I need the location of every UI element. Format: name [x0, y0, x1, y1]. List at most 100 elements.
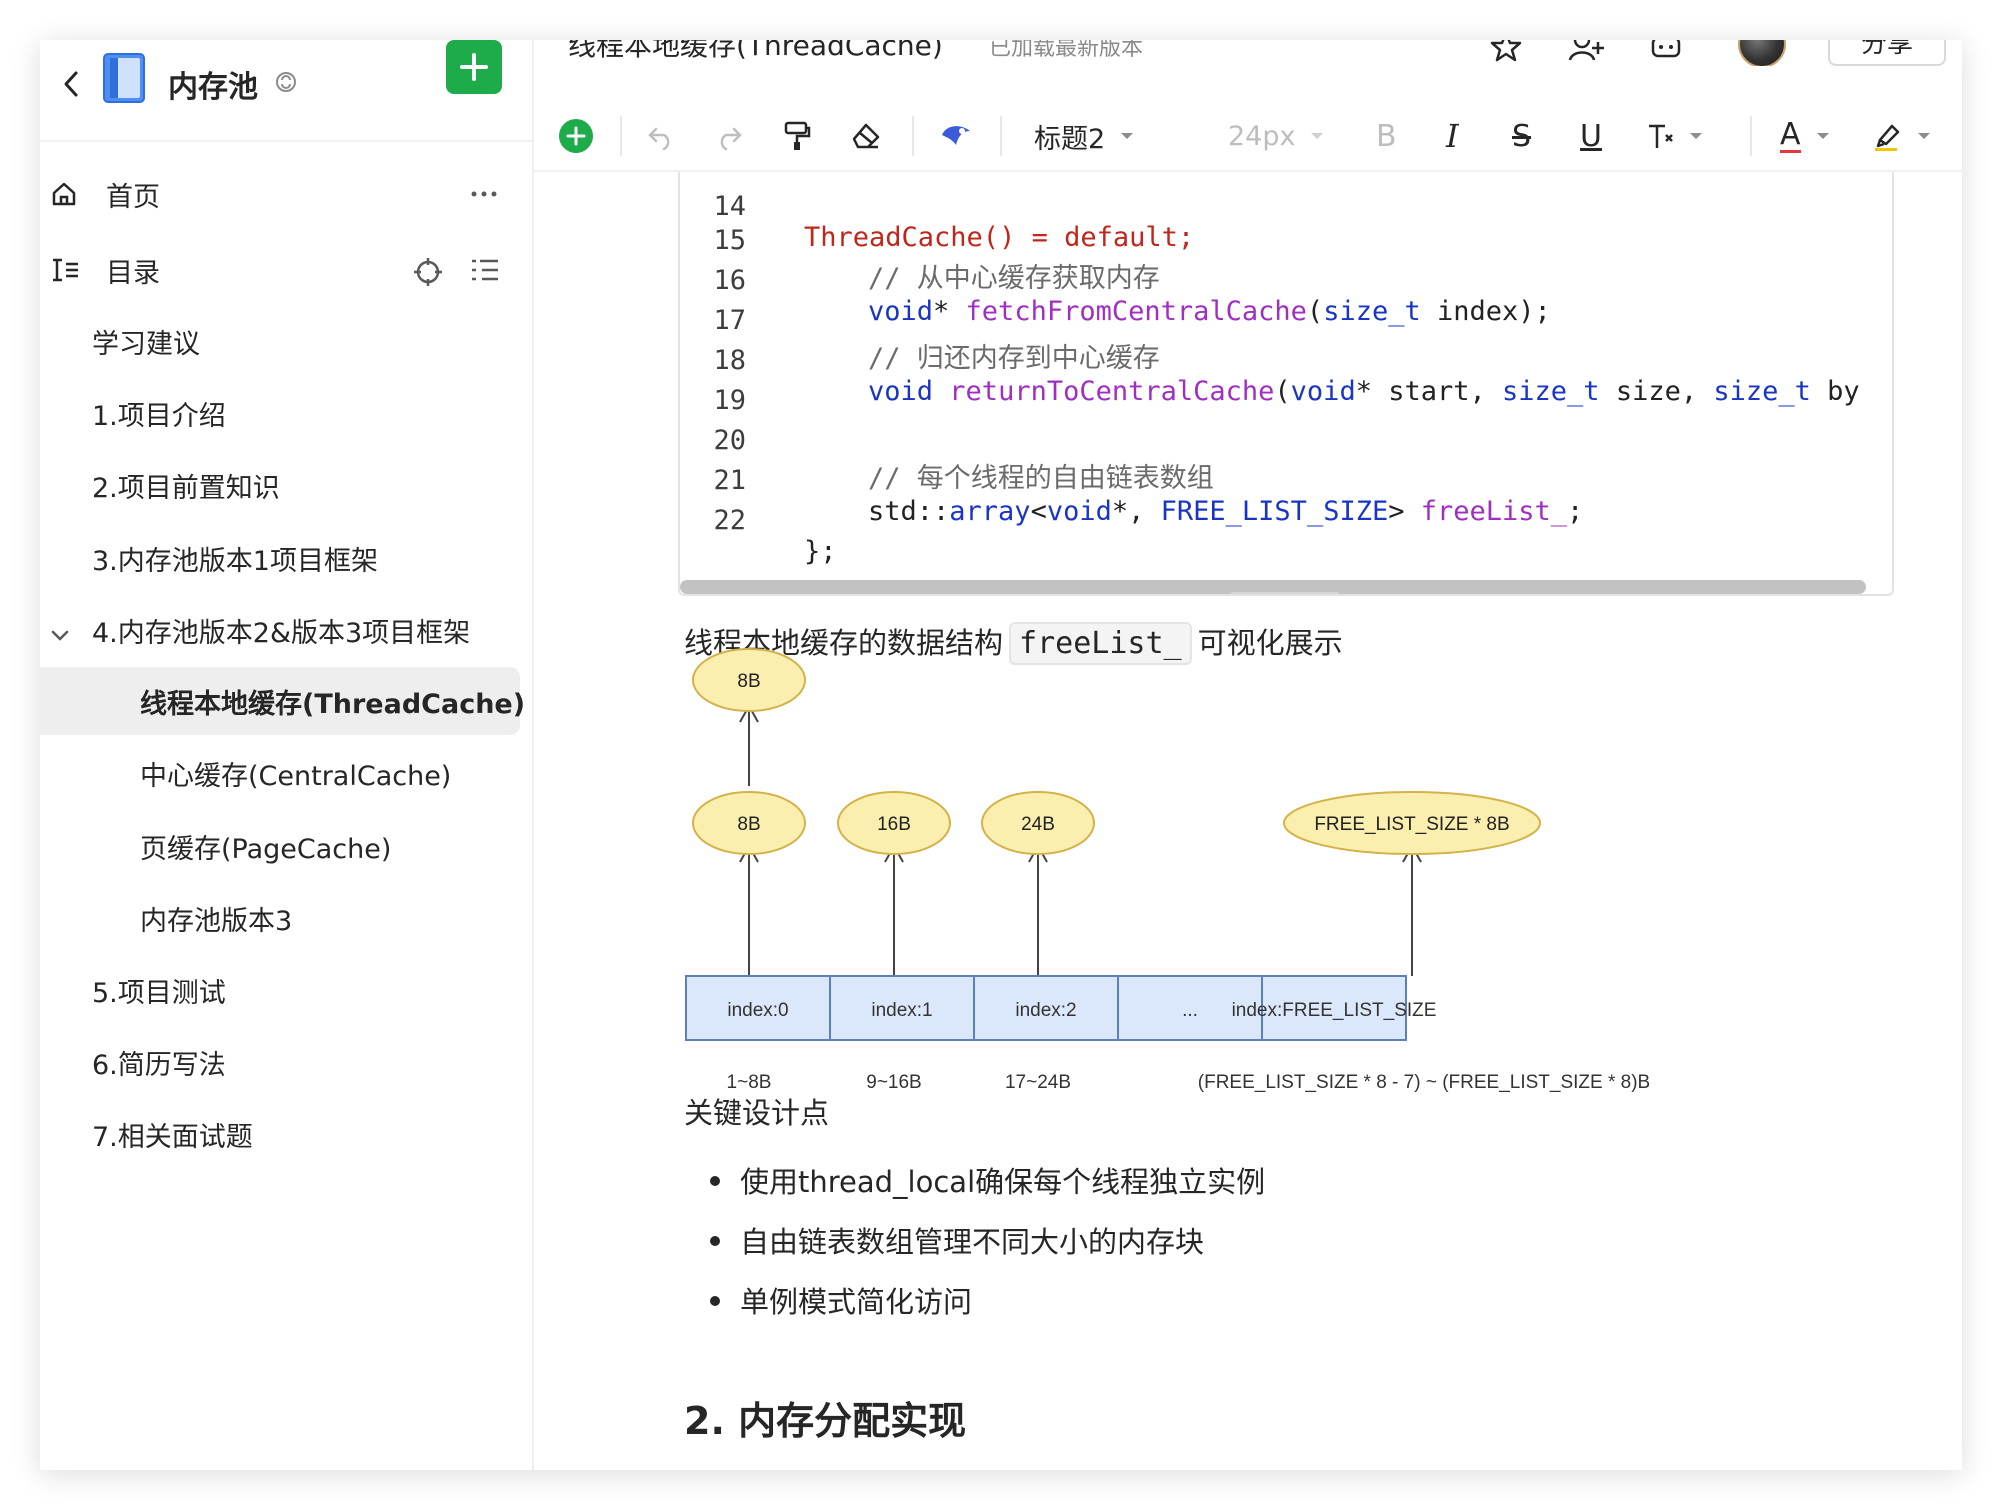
- nav-toc[interactable]: 目录: [40, 240, 534, 300]
- freelist-node: 8B: [692, 791, 806, 855]
- doc-title: 线程本地缓存(ThreadCache): [568, 40, 943, 62]
- new-doc-button[interactable]: [446, 40, 502, 94]
- code-line: 17 // 归还内存到中心缓存: [680, 274, 1159, 374]
- home-icon: [50, 180, 78, 212]
- insert-button[interactable]: [558, 114, 594, 158]
- font-color-label: A: [1780, 116, 1801, 153]
- clear-format-icon[interactable]: [850, 114, 882, 158]
- node-label: 24B: [1021, 814, 1055, 835]
- font-size-select[interactable]: 24px: [1228, 114, 1325, 158]
- share-button[interactable]: 分享: [1828, 40, 1946, 66]
- chevron-down-icon[interactable]: [50, 628, 70, 647]
- undo-icon[interactable]: [646, 114, 676, 158]
- toc-item[interactable]: 5.项目测试: [92, 958, 226, 1022]
- save-status: 已加载最新版本: [989, 40, 1144, 61]
- toc-item[interactable]: 页缓存(PageCache): [140, 814, 391, 878]
- freelist-node: FREE_LIST_SIZE * 8B: [1283, 791, 1541, 855]
- slot-label: index:FREE_LIST_SIZE: [1232, 1000, 1437, 1021]
- toc-item[interactable]: 内存池版本3: [140, 886, 292, 950]
- doc-header: 线程本地缓存(ThreadCache) 已加载最新版本 分享: [534, 40, 1962, 66]
- toolbar-separator: [620, 116, 622, 156]
- slot-label: index:2: [1015, 1000, 1076, 1021]
- nav-home-label: 首页: [106, 181, 160, 213]
- sidebar-header: 内存池: [40, 40, 534, 140]
- toc-icon: [50, 256, 80, 288]
- more-icon[interactable]: [470, 184, 498, 208]
- nav-toc-label: 目录: [106, 257, 160, 289]
- sidebar-divider: [40, 140, 534, 142]
- editor-toolbar: 标题2 24px B I S U A: [534, 100, 1962, 172]
- toc-item[interactable]: 中心缓存(CentralCache): [140, 741, 451, 805]
- freelist-slot: index:0: [685, 975, 831, 1041]
- toc-item[interactable]: 7.相关面试题: [92, 1102, 253, 1166]
- freelist-node: 8B: [692, 648, 806, 712]
- star-icon[interactable]: [1489, 40, 1523, 66]
- underline-button[interactable]: U: [1580, 114, 1602, 158]
- code-text: std::array<void*, FREE_LIST_SIZE> freeLi…: [868, 496, 1584, 527]
- freelist-node: 24B: [981, 791, 1095, 855]
- robot-icon[interactable]: [1648, 40, 1684, 66]
- code-line: 15 // 从中心缓存获取内存: [680, 194, 1159, 294]
- freelist-slot: index:2: [973, 975, 1119, 1041]
- toolbar-separator: [1750, 116, 1752, 156]
- slot-label: ...: [1182, 1000, 1198, 1021]
- toc-item[interactable]: 4.内存池版本2&版本3项目框架: [92, 598, 470, 662]
- code-text: ThreadCache() = default;: [804, 222, 1195, 253]
- editor-main: 线程本地缓存(ThreadCache) 已加载最新版本 分享 标题2 24px …: [534, 40, 1962, 1470]
- nav-home[interactable]: 首页: [40, 164, 534, 224]
- text-style-icon[interactable]: [1646, 114, 1704, 158]
- underline-label: U: [1580, 118, 1602, 154]
- italic-button[interactable]: I: [1446, 114, 1459, 158]
- node-label: 16B: [877, 814, 911, 835]
- code-line: 18 void returnToCentralCache(void* start…: [680, 314, 1859, 407]
- section-heading: 2. 内存分配实现: [684, 1399, 967, 1443]
- italic-label: I: [1446, 117, 1459, 155]
- strikethrough-label: S: [1512, 118, 1532, 154]
- toc-item[interactable]: 2.项目前置知识: [92, 453, 280, 517]
- list-item: 自由链表数组管理不同大小的内存块: [684, 1210, 1265, 1270]
- freelist-node: 16B: [837, 791, 951, 855]
- node-label: 8B: [737, 671, 760, 692]
- bold-button[interactable]: B: [1376, 114, 1397, 158]
- toc-item-active[interactable]: 线程本地缓存(ThreadCache): [140, 669, 525, 733]
- back-icon[interactable]: [56, 62, 86, 106]
- key-points-list: 使用thread_local确保每个线程独立实例 自由链表数组管理不同大小的内存…: [684, 1150, 1265, 1330]
- code-scrollbar-thumb[interactable]: [1230, 592, 1340, 594]
- code-comment: // 归还内存到中心缓存: [868, 343, 1160, 374]
- list-view-icon[interactable]: [470, 256, 500, 288]
- avatar[interactable]: [1738, 40, 1786, 66]
- bold-label: B: [1376, 118, 1397, 154]
- redo-icon[interactable]: [714, 114, 744, 158]
- code-line: 16 void* fetchFromCentralCache(size_t in…: [680, 234, 1550, 327]
- sidebar: 内存池 首页 目录 学习建议 1.项目介绍 2.项目前置知识 3.内存池版本1项…: [40, 40, 534, 1470]
- size-range-label: 17~24B: [1005, 1072, 1071, 1093]
- ai-assistant-icon[interactable]: [938, 114, 974, 158]
- slot-label: index:0: [727, 1000, 788, 1021]
- line-number: 22: [713, 505, 746, 536]
- list-item: 使用thread_local确保每个线程独立实例: [684, 1150, 1265, 1210]
- code-text: void* fetchFromCentralCache(size_t index…: [868, 296, 1551, 327]
- app-window: 内存池 首页 目录 学习建议 1.项目介绍 2.项目前置知识 3.内存池版本1项…: [40, 40, 1962, 1470]
- sync-icon[interactable]: [274, 70, 298, 98]
- code-line: 19: [680, 354, 810, 416]
- code-text: };: [804, 536, 837, 567]
- locate-icon[interactable]: [412, 256, 444, 292]
- toc-item[interactable]: 1.项目介绍: [92, 381, 226, 445]
- toc-item[interactable]: 6.简历写法: [92, 1030, 226, 1094]
- add-collaborator-icon[interactable]: [1568, 40, 1606, 66]
- font-size-value: 24px: [1228, 120, 1296, 152]
- list-item: 单例模式简化访问: [684, 1270, 1265, 1330]
- freelist-diagram: 8B 8B 16B 24B FREE_LIST_SIZE * 8B index:0 ind…: [685, 648, 1650, 1093]
- toc-item[interactable]: 3.内存池版本1项目框架: [92, 526, 378, 590]
- code-comment: // 每个线程的自由链表数组: [868, 463, 1214, 494]
- knowledge-base-title: 内存池: [168, 70, 258, 105]
- toc-item[interactable]: 学习建议: [92, 309, 200, 373]
- code-block[interactable]: 14 ThreadCache() = default; 15 // 从中心缓存获…: [678, 172, 1894, 596]
- heading-select[interactable]: 标题2: [1034, 114, 1135, 158]
- strikethrough-button[interactable]: S: [1512, 114, 1531, 158]
- format-painter-icon[interactable]: [782, 114, 812, 158]
- freelist-slot: index:FREE_LIST_SIZE: [1232, 975, 1437, 1041]
- size-range-label: 9~16B: [866, 1072, 921, 1093]
- highlight-icon[interactable]: [1872, 114, 1932, 158]
- font-color-button[interactable]: A: [1780, 114, 1831, 158]
